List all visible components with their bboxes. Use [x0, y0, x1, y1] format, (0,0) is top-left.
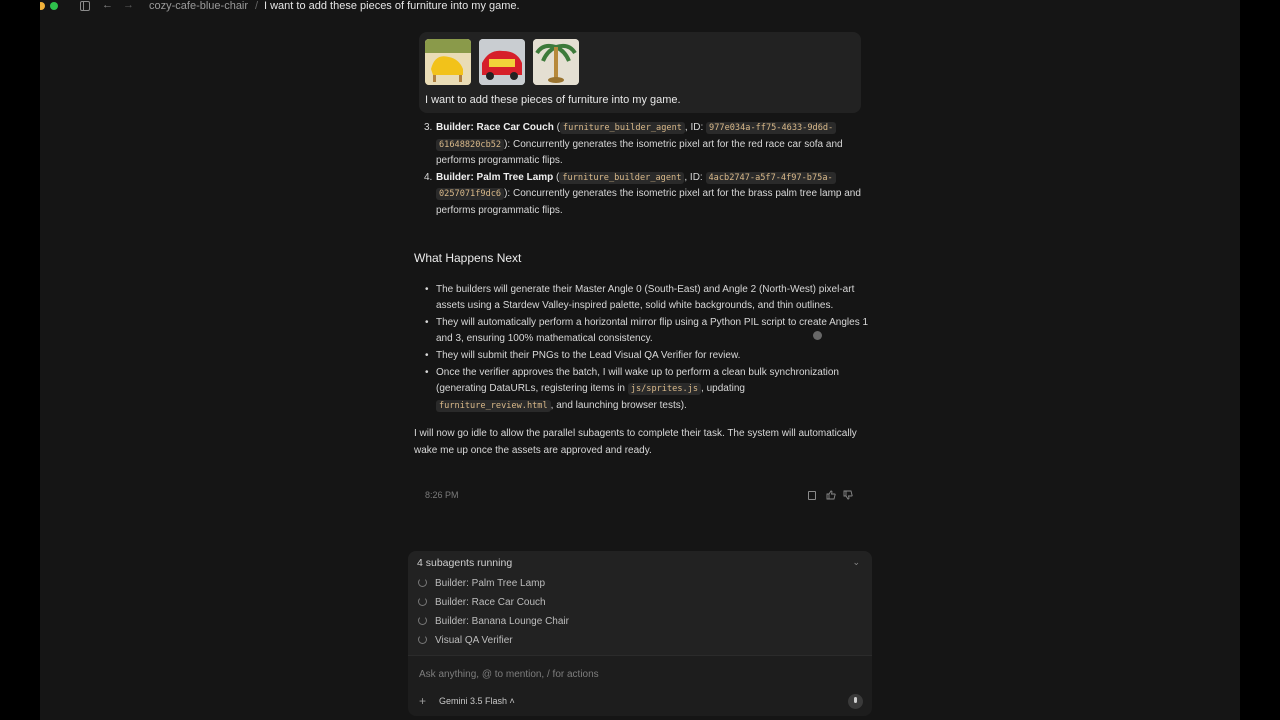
file-code: js/sprites.js	[627, 383, 702, 396]
agent-name-code: furniture_builder_agent	[559, 171, 685, 184]
minimize-window-button[interactable]	[40, 2, 45, 10]
spinner-icon	[418, 635, 427, 644]
agent-id-code-cont: 61648820cb52	[436, 138, 505, 151]
subagent-label: Builder: Race Car Couch	[435, 597, 546, 608]
user-message-text: I want to add these pieces of furniture …	[425, 94, 681, 106]
spinner-icon	[418, 578, 427, 587]
subagent-item[interactable]: Visual QA Verifier	[418, 635, 513, 646]
model-selector[interactable]: Gemini 3.5 Flash ˄	[439, 696, 515, 706]
mouse-cursor-icon	[813, 331, 822, 340]
subagent-item[interactable]: Builder: Race Car Couch	[418, 597, 546, 608]
breadcrumb-separator: /	[255, 0, 259, 12]
breadcrumb-project[interactable]: cozy-cafe-blue-chair	[149, 0, 248, 12]
chat-input-area: + Gemini 3.5 Flash ˄	[408, 655, 872, 716]
forward-arrow-icon[interactable]: →	[123, 0, 134, 11]
microphone-button[interactable]	[848, 694, 863, 709]
list-item-text: , updating	[701, 383, 745, 395]
model-name: Gemini 3.5 Flash	[439, 696, 508, 706]
attachment-thumbnail-couch[interactable]	[479, 39, 525, 85]
file-code: furniture_review.html	[436, 399, 551, 412]
plan-step: 4. Builder: Palm Tree Lamp (furniture_bui…	[424, 171, 861, 216]
spinner-icon	[418, 597, 427, 606]
attachment-thumbnail-chair[interactable]	[425, 39, 471, 85]
thumbs-up-icon[interactable]	[826, 490, 836, 500]
agent-name-code: furniture_builder_agent	[559, 122, 685, 134]
spinner-icon	[418, 616, 427, 625]
agent-id-code: 4acb2747-a5f7-4f97-b75a-	[705, 171, 836, 184]
subagents-title[interactable]: 4 subagents running	[417, 557, 512, 569]
step-title: Builder: Palm Tree Lamp	[436, 171, 554, 183]
subagent-item[interactable]: Builder: Palm Tree Lamp	[418, 578, 545, 589]
message-timestamp: 8:26 PM	[425, 490, 459, 500]
title-bar: ← → cozy-cafe-blue-chair / I want to add…	[40, 0, 1240, 13]
subagent-label: Builder: Palm Tree Lamp	[435, 578, 546, 589]
agent-id-code: 977e034a-ff75-4633-9d6d-	[706, 122, 837, 134]
assistant-response: 3. Builder: Race Car Couch (furniture_bui…	[414, 120, 875, 460]
closing-paragraph: I will now go idle to allow the parallel…	[414, 428, 857, 456]
chat-input[interactable]	[417, 665, 841, 683]
subagent-label: Visual QA Verifier	[435, 635, 513, 646]
subagent-item[interactable]: Builder: Banana Lounge Chair	[418, 616, 569, 627]
copy-icon[interactable]	[808, 491, 816, 500]
step-title: Builder: Race Car Couch	[436, 122, 554, 133]
sidebar-toggle-icon[interactable]	[80, 1, 90, 11]
chevron-down-icon[interactable]: ⌄	[852, 557, 860, 568]
id-label: , ID:	[684, 122, 704, 133]
step-number: 4.	[424, 171, 433, 183]
list-item-text: , and launching browser tests).	[550, 399, 687, 411]
app-window: ← → cozy-cafe-blue-chair / I want to add…	[40, 0, 1240, 720]
list-item: The builders will generate their Master …	[425, 282, 875, 315]
add-attachment-button[interactable]: +	[419, 694, 426, 708]
list-item: They will automatically perform a horizo…	[425, 315, 875, 348]
plan-step: 3. Builder: Race Car Couch (furniture_bui…	[424, 122, 843, 167]
subagent-label: Builder: Banana Lounge Chair	[435, 616, 569, 627]
attachment-thumbnail-lamp[interactable]	[533, 39, 579, 85]
id-label: , ID:	[684, 171, 703, 183]
subagents-panel: 4 subagents running ⌄ Builder: Palm Tree…	[408, 551, 872, 655]
step-number: 3.	[424, 122, 433, 133]
list-item: They will submit their PNGs to the Lead …	[425, 348, 875, 365]
back-arrow-icon[interactable]: ←	[102, 0, 113, 11]
maximize-window-button[interactable]	[50, 2, 58, 10]
section-heading: What Happens Next	[414, 250, 522, 265]
user-message-card: I want to add these pieces of furniture …	[419, 32, 861, 113]
breadcrumb-conversation-title: I want to add these pieces of furniture …	[264, 0, 520, 12]
list-item: Once the verifier approves the batch, I …	[425, 365, 875, 415]
thumbs-down-icon[interactable]	[843, 490, 853, 500]
agent-id-code-cont: 0257071f9dc6	[436, 188, 505, 201]
chevron-up-icon: ˄	[509, 696, 515, 706]
